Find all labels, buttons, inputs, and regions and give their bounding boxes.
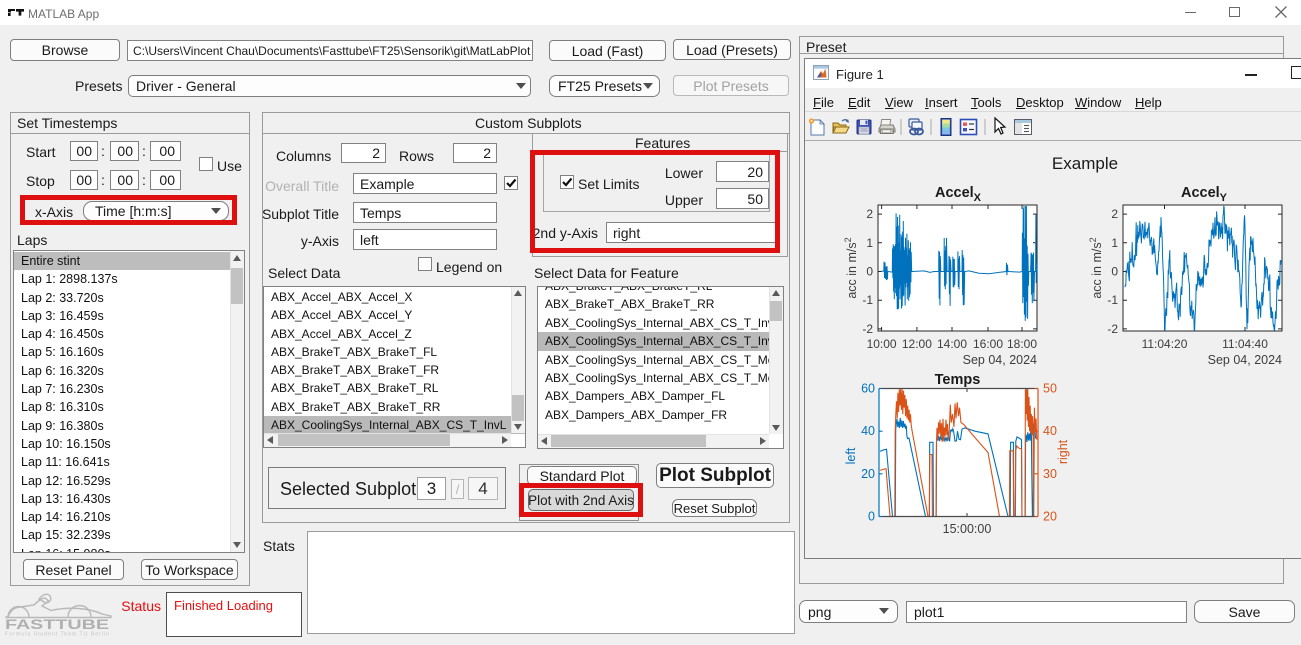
- svg-text:40: 40: [1043, 424, 1057, 438]
- svg-text:-1: -1: [1107, 293, 1118, 307]
- svg-text:-2: -2: [1107, 322, 1118, 336]
- svg-text:-1: -1: [862, 293, 873, 307]
- svg-text:1: 1: [1111, 236, 1118, 250]
- svg-text:50: 50: [1043, 382, 1057, 396]
- svg-text:20: 20: [1043, 510, 1057, 524]
- svg-text:11:04:40: 11:04:40: [1222, 337, 1268, 351]
- svg-text:0: 0: [866, 265, 873, 279]
- svg-text:40: 40: [861, 424, 875, 438]
- svg-text:60: 60: [861, 382, 875, 396]
- svg-text:Sep 04, 2024: Sep 04, 2024: [963, 353, 1037, 367]
- svg-text:acc in m/s2: acc in m/s2: [1088, 237, 1104, 298]
- svg-text:right: right: [1056, 439, 1070, 464]
- svg-text:0: 0: [868, 510, 875, 524]
- svg-text:14:00: 14:00: [937, 337, 967, 351]
- svg-text:2: 2: [866, 207, 873, 221]
- svg-text:Temps: Temps: [935, 372, 981, 388]
- svg-text:Example: Example: [1052, 154, 1118, 173]
- svg-text:-2: -2: [862, 322, 873, 336]
- svg-text:1: 1: [866, 236, 873, 250]
- svg-text:16:00: 16:00: [973, 337, 1003, 351]
- svg-text:left: left: [844, 447, 858, 464]
- svg-text:2: 2: [1111, 207, 1118, 221]
- svg-text:10:00: 10:00: [867, 337, 897, 351]
- svg-text:20: 20: [861, 467, 875, 481]
- svg-text:15:00:00: 15:00:00: [943, 522, 992, 536]
- svg-text:18:00: 18:00: [1007, 337, 1037, 351]
- svg-text:Sep 04, 2024: Sep 04, 2024: [1208, 353, 1282, 367]
- svg-text:0: 0: [1111, 265, 1118, 279]
- svg-text:11:04:20: 11:04:20: [1142, 337, 1188, 351]
- svg-text:AccelY: AccelY: [1181, 185, 1228, 204]
- svg-text:Formula Student Team TU Berlin: Formula Student Team TU Berlin: [5, 632, 109, 638]
- svg-text:FASTTUBE: FASTTUBE: [5, 616, 109, 632]
- svg-text:AccelX: AccelX: [935, 185, 982, 204]
- svg-text:30: 30: [1043, 467, 1057, 481]
- svg-text:acc in m/s2: acc in m/s2: [843, 237, 859, 298]
- svg-text:12:00: 12:00: [902, 337, 932, 351]
